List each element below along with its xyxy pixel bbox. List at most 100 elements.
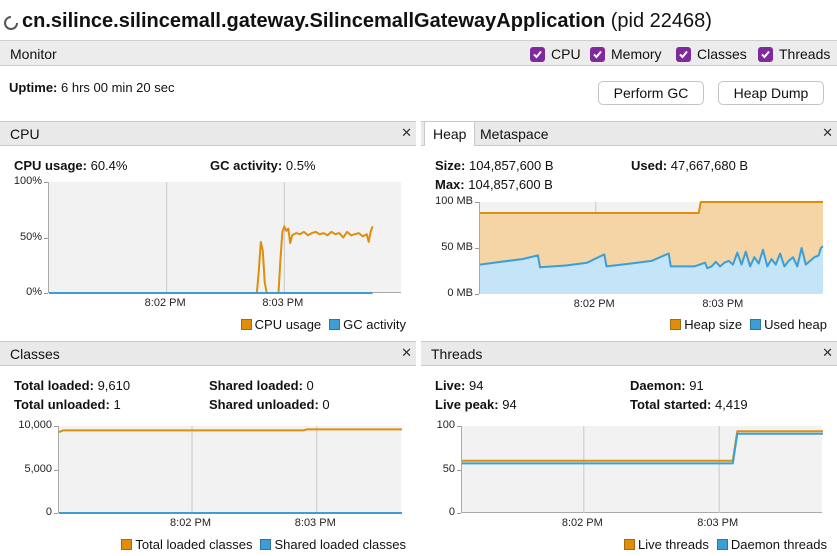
y-tick-label: 0 — [448, 506, 455, 518]
legend-swatch — [670, 319, 682, 330]
x-tick-label: 8:03 PM — [262, 297, 304, 309]
classes-chart-legend: Total loaded classes Shared loaded classe… — [121, 537, 406, 552]
close-icon[interactable]: ✕ — [822, 125, 833, 141]
total-unloaded-stat: Total unloaded: 1 — [14, 397, 121, 412]
heap-max-label: Max: — [435, 177, 465, 192]
chart-svg — [49, 182, 374, 294]
close-icon[interactable]: ✕ — [401, 125, 412, 141]
gc-activity-stat: GC activity: 0.5% — [210, 158, 316, 173]
x-tick-label: 8:02 PM — [561, 517, 603, 529]
x-tick-label: 8:03 PM — [697, 517, 739, 529]
y-tick-label: 100 — [436, 419, 455, 431]
checkbox-checked-icon — [676, 46, 691, 62]
checkbox-checked-icon — [758, 46, 773, 62]
y-tick-label: 10,000 — [18, 419, 52, 431]
legend-label: Total loaded classes — [135, 537, 253, 552]
y-tick-label: 0 MB — [447, 287, 473, 299]
uptime-label: Uptime: — [9, 80, 58, 95]
series-line-total-loaded-classes — [58, 428, 402, 434]
threads-panel-header: Threads ✕ — [421, 341, 837, 366]
cpu-chart-legend: CPU usage GC activity — [240, 317, 406, 332]
shared-loaded-label: Shared loaded: — [209, 378, 303, 393]
live-threads-label: Live: — [435, 378, 466, 393]
y-tick-mark — [54, 513, 58, 514]
live-peak-label: Live peak: — [435, 397, 499, 412]
total-started-stat: Total started: 4,419 — [630, 397, 748, 412]
memory-checkbox[interactable]: Memory — [590, 46, 662, 62]
y-tick-mark — [54, 426, 58, 427]
gc-activity-value: 0.5% — [285, 158, 316, 173]
classes-checkbox-label: Classes — [697, 46, 747, 62]
cpu-checkbox[interactable]: CPU — [530, 46, 581, 62]
heap-dump-button[interactable]: Heap Dump — [718, 81, 824, 105]
threads-chart-legend: Live threads Daemon threads — [624, 537, 827, 552]
y-tick-mark — [475, 294, 479, 295]
y-tick-label: 100 MB — [435, 195, 473, 207]
window-title-bar: cn.silince.silincemall.gateway.Silincema… — [0, 0, 837, 40]
legend-label: Heap size — [684, 317, 743, 332]
y-tick-mark — [457, 469, 461, 471]
heap-max-stat: Max: 104,857,600 B — [435, 177, 553, 192]
legend-swatch — [716, 539, 728, 550]
close-icon[interactable]: ✕ — [401, 345, 412, 361]
total-loaded-value: 9,610 — [97, 378, 131, 393]
heap-chart-legend: Heap size Used heap — [670, 317, 827, 332]
cpu-panel: CPU ✕ CPU usage: 60.4% GC activity: 0.5%… — [0, 121, 416, 335]
legend-label: GC activity — [343, 317, 406, 332]
shared-unloaded-stat: Shared unloaded: 0 — [209, 397, 330, 412]
classes-panel-title: Classes — [10, 346, 60, 362]
legend-swatch — [240, 319, 252, 330]
threads-checkbox-label: Threads — [779, 46, 831, 62]
gc-activity-label: GC activity: — [210, 158, 283, 173]
perform-gc-button[interactable]: Perform GC — [598, 81, 704, 105]
threads-checkbox[interactable]: Threads — [758, 46, 830, 62]
daemon-threads-stat: Daemon: 91 — [630, 378, 704, 393]
total-started-label: Total started: — [630, 397, 712, 412]
uptime-value: 6 hrs 00 min 20 sec — [61, 80, 175, 95]
cpu-usage-label: CPU usage: — [14, 158, 87, 173]
legend-swatch — [329, 319, 341, 330]
x-tick-label: 8:02 PM — [573, 298, 615, 310]
total-started-value: 4,419 — [715, 397, 748, 412]
heap-size-value: 104,857,600 B — [468, 158, 554, 173]
legend-label: CPU usage — [254, 317, 322, 332]
total-unloaded-value: 1 — [113, 397, 121, 412]
shared-loaded-value: 0 — [306, 378, 314, 393]
tab-heap[interactable]: Heap — [424, 122, 476, 146]
live-peak-stat: Live peak: 94 — [435, 397, 517, 412]
legend-swatch — [121, 539, 133, 550]
classes-checkbox[interactable]: Classes — [676, 46, 747, 62]
plot-area — [479, 201, 824, 294]
monitor-header: Monitor CPU Memory Classes Threads — [0, 40, 837, 66]
live-threads-stat: Live: 94 — [435, 378, 483, 393]
live-peak-value: 94 — [502, 397, 517, 412]
cpu-usage-value: 60.4% — [90, 158, 128, 173]
shared-unloaded-label: Shared unloaded: — [209, 397, 319, 412]
y-tick-label: 0 — [45, 506, 52, 518]
threads-panel: Threads ✕ Live: 94 Live peak: 94 Daemon:… — [421, 341, 837, 556]
checkbox-checked-icon — [530, 46, 545, 62]
y-tick-mark — [475, 202, 479, 203]
y-tick-label: 5,000 — [24, 462, 52, 475]
app-name: cn.silince.silincemall.gateway.Silincema… — [22, 10, 606, 32]
memory-panel: Heap Metaspace ✕ Size: 104,857,600 B Use… — [421, 121, 837, 335]
tab-metaspace[interactable]: Metaspace — [472, 122, 556, 146]
series-line-live-threads — [462, 430, 823, 462]
classes-panel-header: Classes ✕ — [0, 341, 416, 366]
cpu-panel-header: CPU ✕ — [0, 121, 416, 146]
y-tick-label: 50 MB — [441, 241, 473, 253]
plot-area — [58, 426, 402, 514]
daemon-threads-value: 91 — [689, 378, 704, 393]
x-tick-label: 8:03 PM — [294, 517, 336, 529]
y-tick-mark — [44, 293, 48, 294]
total-unloaded-label: Total unloaded: — [14, 397, 110, 412]
memory-checkbox-label: Memory — [611, 46, 662, 62]
window-title: cn.silince.silincemall.gateway.Silincema… — [22, 10, 712, 33]
y-tick-mark — [44, 237, 48, 239]
y-tick-mark — [44, 182, 48, 183]
x-tick-label: 8:02 PM — [170, 517, 211, 529]
legend-swatch — [750, 319, 762, 330]
plot-area — [461, 426, 823, 513]
close-icon[interactable]: ✕ — [822, 345, 833, 361]
y-tick-mark — [457, 426, 461, 427]
